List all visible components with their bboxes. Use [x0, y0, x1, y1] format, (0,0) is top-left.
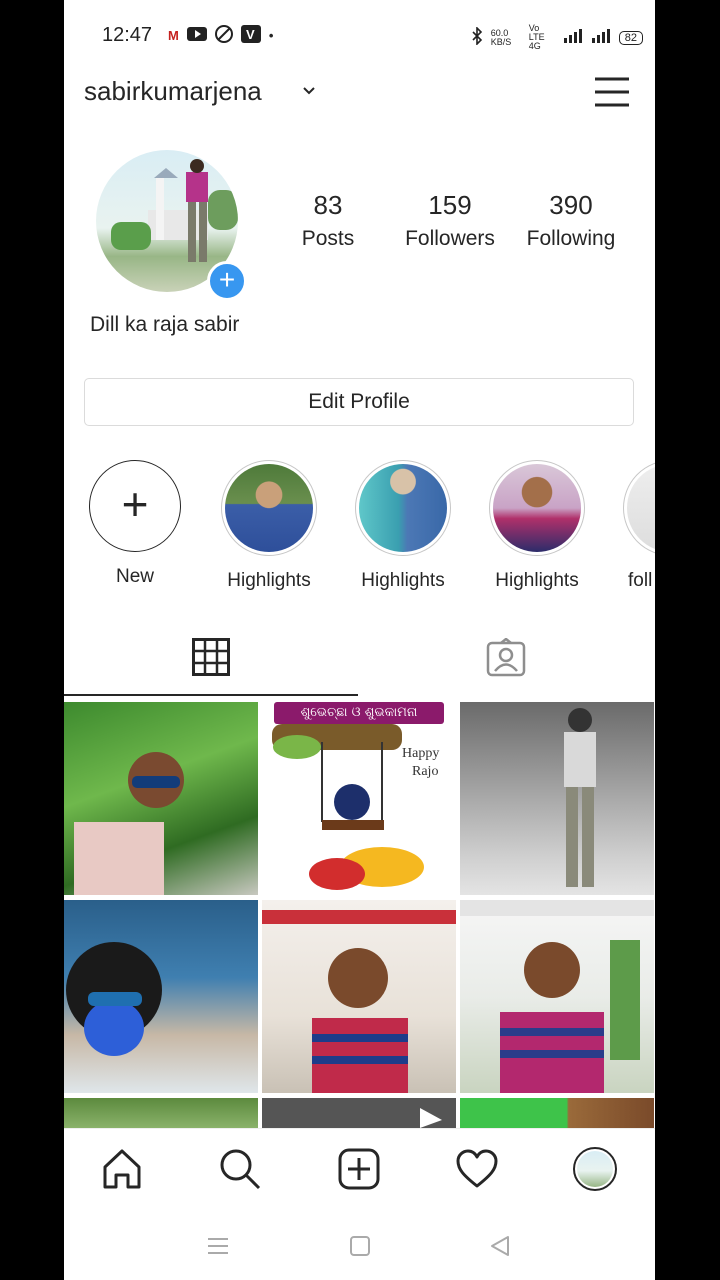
grid-icon — [192, 638, 230, 676]
tab-grid[interactable] — [64, 620, 359, 696]
highlight-label: New — [115, 566, 154, 587]
tab-tagged[interactable] — [360, 620, 655, 696]
status-bar: 12:47 M V • 60.0 KB/S Vo LTE 4G 82 — [64, 0, 655, 70]
signal-icon — [563, 28, 583, 47]
battery-icon: 82 — [618, 30, 643, 45]
new-post-icon[interactable] — [337, 1147, 381, 1191]
highlight-label: Highlights — [361, 570, 445, 591]
post-thumbnail[interactable] — [262, 1098, 456, 1128]
tagged-person-icon — [486, 638, 526, 677]
home-icon[interactable] — [100, 1147, 144, 1191]
posts-label: Posts — [301, 227, 355, 250]
post-thumbnail[interactable] — [64, 702, 258, 895]
plus-icon: + — [89, 460, 181, 552]
highlight-label: Highlights — [227, 570, 311, 591]
chevron-down-icon[interactable] — [302, 84, 316, 98]
hamburger-menu-icon[interactable] — [595, 76, 629, 108]
home-square-icon[interactable] — [348, 1234, 372, 1258]
post-thumbnail[interactable] — [460, 702, 654, 895]
followers-label: Followers — [405, 227, 495, 250]
highlight-label: foll — [628, 570, 653, 591]
back-triangle-icon[interactable] — [488, 1234, 512, 1258]
svg-text:V: V — [246, 27, 255, 42]
notification-icons: M V • — [168, 25, 273, 46]
highlight-item[interactable]: foll — [616, 460, 655, 592]
post-caption-happy: Happy — [402, 746, 440, 761]
followers-stat[interactable]: 159 Followers — [396, 190, 504, 251]
post-thumbnail[interactable] — [64, 900, 258, 1093]
phone-screen: 12:47 M V • 60.0 KB/S Vo LTE 4G 82 sabir… — [64, 0, 655, 1280]
highlight-new[interactable]: + New — [80, 460, 190, 588]
signal-icon-2 — [591, 28, 611, 47]
bluetooth-icon — [471, 26, 483, 48]
vidmate-icon: V — [240, 25, 261, 46]
status-time: 12:47 — [102, 24, 153, 46]
bottom-nav — [64, 1128, 655, 1211]
following-label: Following — [526, 227, 616, 250]
post-caption-rajo: Rajo — [412, 764, 439, 779]
active-tab-indicator — [64, 694, 358, 696]
speed-text: 60.0 KB/S — [490, 27, 512, 47]
post-thumbnail[interactable] — [64, 1098, 258, 1128]
dot-icon: • — [268, 28, 274, 43]
profile-avatar-nav[interactable] — [573, 1147, 617, 1191]
highlight-item[interactable]: Highlights — [482, 460, 592, 592]
post-thumbnail[interactable] — [460, 900, 654, 1093]
post-thumbnail[interactable] — [460, 1098, 654, 1128]
recents-menu-icon[interactable] — [206, 1234, 230, 1258]
posts-count: 83 — [313, 190, 343, 220]
followers-count: 159 — [428, 190, 472, 220]
posts-stat[interactable]: 83 Posts — [290, 190, 366, 251]
highlight-item[interactable]: Highlights — [214, 460, 324, 592]
activity-heart-icon[interactable] — [455, 1147, 499, 1191]
username-title[interactable]: sabirkumarjena — [84, 76, 262, 107]
system-nav-bar — [64, 1210, 655, 1280]
bio-name: Dill ka raja sabir — [90, 313, 240, 336]
following-stat[interactable]: 390 Following — [518, 190, 624, 251]
youtube-icon — [186, 27, 207, 44]
status-right: 60.0 KB/S Vo LTE 4G 82 — [471, 24, 643, 51]
post-thumbnail[interactable] — [262, 900, 456, 1093]
following-count: 390 — [549, 190, 593, 220]
gmail-icon: M — [168, 28, 179, 43]
edit-profile-button[interactable]: Edit Profile — [84, 378, 634, 426]
highlight-label: Highlights — [495, 570, 579, 591]
app-icon — [214, 25, 233, 46]
search-icon[interactable] — [218, 1147, 262, 1191]
add-story-plus-icon[interactable]: + — [207, 261, 247, 301]
highlight-item[interactable]: Highlights — [348, 460, 458, 592]
network-text: Vo LTE 4G — [528, 23, 545, 51]
post-thumbnail[interactable]: ଶୁଭେଚ୍ଛା ଓ ଶୁଭକାମନା Happy Rajo — [262, 702, 456, 895]
